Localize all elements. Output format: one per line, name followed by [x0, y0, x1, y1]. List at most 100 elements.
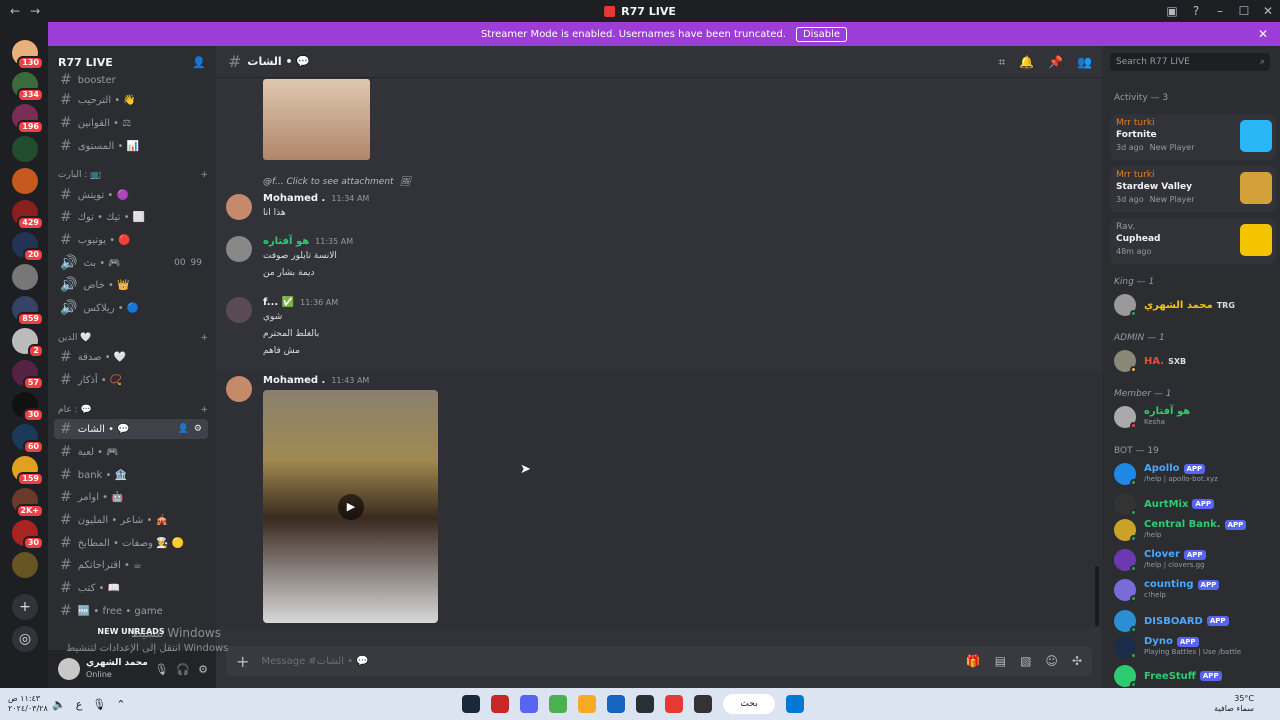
pin-icon[interactable]: 📌	[1048, 55, 1063, 70]
channel-item-active[interactable]: # الشات • 💬 👤 ⚙	[54, 419, 208, 439]
channel-item[interactable]: # شاعر • المليون • 🎪	[54, 510, 208, 530]
channel-item[interactable]: # booster	[54, 70, 208, 90]
voice-channel-item[interactable]: 🔊 خاص • 👑	[54, 275, 208, 295]
add-attachment-icon[interactable]: +	[236, 652, 249, 671]
channel-item[interactable]: # تويتش • 🟣	[54, 185, 208, 205]
help-icon[interactable]: ?	[1184, 4, 1208, 18]
message-author[interactable]: Mohamed . 11:34 AM	[263, 193, 369, 204]
gift-icon[interactable]: 🎁	[966, 654, 981, 668]
gif-icon[interactable]: ▤	[995, 654, 1006, 668]
voice-channel-item[interactable]: 🔊 ريلاكس • 🔵	[54, 298, 208, 318]
app-icon[interactable]	[491, 695, 509, 713]
discord-icon[interactable]	[520, 695, 538, 713]
server-icon[interactable]: 2	[12, 328, 44, 358]
invite-icon[interactable]: 👤	[178, 424, 189, 434]
close-window-icon[interactable]: ✕	[1256, 4, 1280, 18]
member-item-bot[interactable]: Apollo APP/help | apollo-bot.xyz	[1114, 463, 1218, 486]
message-author[interactable]: Mohamed . 11:43 AM	[263, 375, 369, 386]
channel-item[interactable]: # 🆓 • free • game	[54, 601, 208, 621]
gear-icon[interactable]: ⚙	[198, 663, 208, 676]
terminal-icon[interactable]	[694, 695, 712, 713]
threads-icon[interactable]: ⌗	[998, 55, 1005, 70]
server-icon[interactable]: 429	[12, 200, 44, 230]
members-icon[interactable]: 👥	[1077, 55, 1092, 70]
microphone-icon[interactable]: 🎙	[154, 663, 168, 676]
message-author[interactable]: f... ✅ 11:36 AM	[263, 297, 338, 308]
chevron-up-icon[interactable]: ⌃	[116, 698, 125, 711]
emoji-icon[interactable]: ☺	[1045, 654, 1058, 668]
server-icon[interactable]: 57	[12, 360, 44, 390]
add-server-icon[interactable]: +	[12, 594, 38, 620]
channel-item[interactable]: # القوانين • ⚖	[54, 113, 208, 133]
play-icon[interactable]: ▶	[338, 494, 364, 520]
scrollbar[interactable]	[1095, 566, 1099, 626]
gear-icon[interactable]: ⚙	[194, 424, 202, 434]
reply-preview[interactable]: @f... Click to see attachment 🖼	[263, 177, 411, 187]
server-icon[interactable]: 2K+	[12, 488, 44, 518]
apps-icon[interactable]: ✣	[1072, 654, 1082, 668]
avatar[interactable]	[226, 236, 252, 262]
minimize-icon[interactable]: –	[1208, 4, 1232, 18]
forward-arrow-icon[interactable]: →	[30, 4, 40, 18]
bell-icon[interactable]: 🔔	[1019, 55, 1034, 70]
add-member-icon[interactable]: 👤	[192, 56, 206, 69]
server-icon[interactable]: 334	[12, 72, 44, 102]
message-author[interactable]: هو آفتاره 11:35 AM	[263, 236, 353, 247]
snipping-tool-icon[interactable]	[665, 695, 683, 713]
member-item-bot[interactable]: counting APP c!help	[1114, 579, 1220, 602]
message-input[interactable]	[261, 655, 862, 667]
member-item[interactable]: محمد الشهري TRG	[1114, 294, 1235, 317]
member-item-bot[interactable]: Clover APP/help | clovers.gg	[1114, 549, 1206, 572]
channel-item[interactable]: # المستوى • 📊	[54, 136, 208, 156]
chrome-icon[interactable]	[549, 695, 567, 713]
member-item-bot[interactable]: AurtMix APP	[1114, 493, 1215, 516]
member-item-bot[interactable]: Central Bank. APP/help	[1114, 519, 1247, 542]
server-icon[interactable]	[12, 136, 38, 162]
server-icon[interactable]: 859	[12, 296, 44, 326]
maximize-icon[interactable]: ☐	[1232, 4, 1256, 18]
avatar[interactable]	[226, 297, 252, 323]
channel-item[interactable]: # تيك • توك • ⬜	[54, 207, 208, 227]
category-header[interactable]: عام : 💬 +	[58, 405, 208, 415]
channel-item[interactable]: # وصفات • المطابخ 👩‍🍳 🟡	[54, 533, 208, 553]
back-arrow-icon[interactable]: ←	[10, 4, 20, 18]
video-attachment[interactable]: ▶	[263, 390, 438, 623]
channel-item[interactable]: # اوامر • 🤖	[54, 487, 208, 507]
microphone-icon[interactable]: 🎙	[92, 698, 106, 711]
server-icon[interactable]: 196	[12, 104, 44, 134]
activity-card[interactable]: Mrr turki Fortnite 3d ago New Player	[1110, 114, 1276, 160]
disable-button[interactable]: Disable	[795, 26, 848, 42]
channel-item[interactable]: # أذكار • 📿	[54, 370, 208, 390]
channel-item[interactable]: # يوتيوب • 🔴	[54, 230, 208, 250]
server-icon[interactable]: 60	[12, 424, 44, 454]
channel-item[interactable]: # كتب • 📖	[54, 578, 208, 598]
channel-item[interactable]: # صدقة • 🤍	[54, 347, 208, 367]
channel-item[interactable]: # اقتراحاتكم • ☕	[54, 555, 208, 575]
add-channel-icon[interactable]: +	[200, 333, 208, 343]
channel-item[interactable]: # لعبة • 🎮	[54, 442, 208, 462]
channel-item[interactable]: # bank • 🏦	[54, 465, 208, 485]
server-icon[interactable]: 159	[12, 456, 44, 486]
category-header[interactable]: الدين 🤍 +	[58, 333, 208, 343]
add-channel-icon[interactable]: +	[200, 405, 208, 415]
sticker-icon[interactable]: ▧	[1020, 654, 1031, 668]
server-icon[interactable]	[12, 552, 38, 578]
store-icon[interactable]	[607, 695, 625, 713]
activity-card[interactable]: Mrr turki Stardew Valley 3d ago New Playe…	[1110, 166, 1276, 212]
member-item[interactable]: هو آفتاره Kesha	[1114, 406, 1190, 429]
activity-card[interactable]: Rav. Cuphead 48m ago	[1110, 218, 1276, 264]
windows-start-icon[interactable]	[786, 695, 804, 713]
weather-widget[interactable]: 35°C سماء صافية	[1214, 694, 1254, 714]
close-banner-icon[interactable]: ✕	[1258, 27, 1268, 41]
member-item-bot[interactable]: Dyno APP Playing Battles | Use /battle	[1114, 636, 1241, 659]
category-header[interactable]: البارت : 📺 +	[58, 170, 208, 180]
server-icon[interactable]	[12, 264, 38, 290]
avatar[interactable]	[58, 658, 80, 680]
member-item-bot[interactable]: FreeStuff APP	[1114, 665, 1222, 688]
server-icon[interactable]	[12, 168, 38, 194]
channel-item[interactable]: # الترحيب • 👋	[54, 90, 208, 110]
image-attachment[interactable]	[263, 79, 370, 160]
headphones-icon[interactable]: 🎧	[176, 663, 190, 676]
add-channel-icon[interactable]: +	[200, 170, 208, 180]
language-icon[interactable]: ع	[76, 698, 83, 711]
